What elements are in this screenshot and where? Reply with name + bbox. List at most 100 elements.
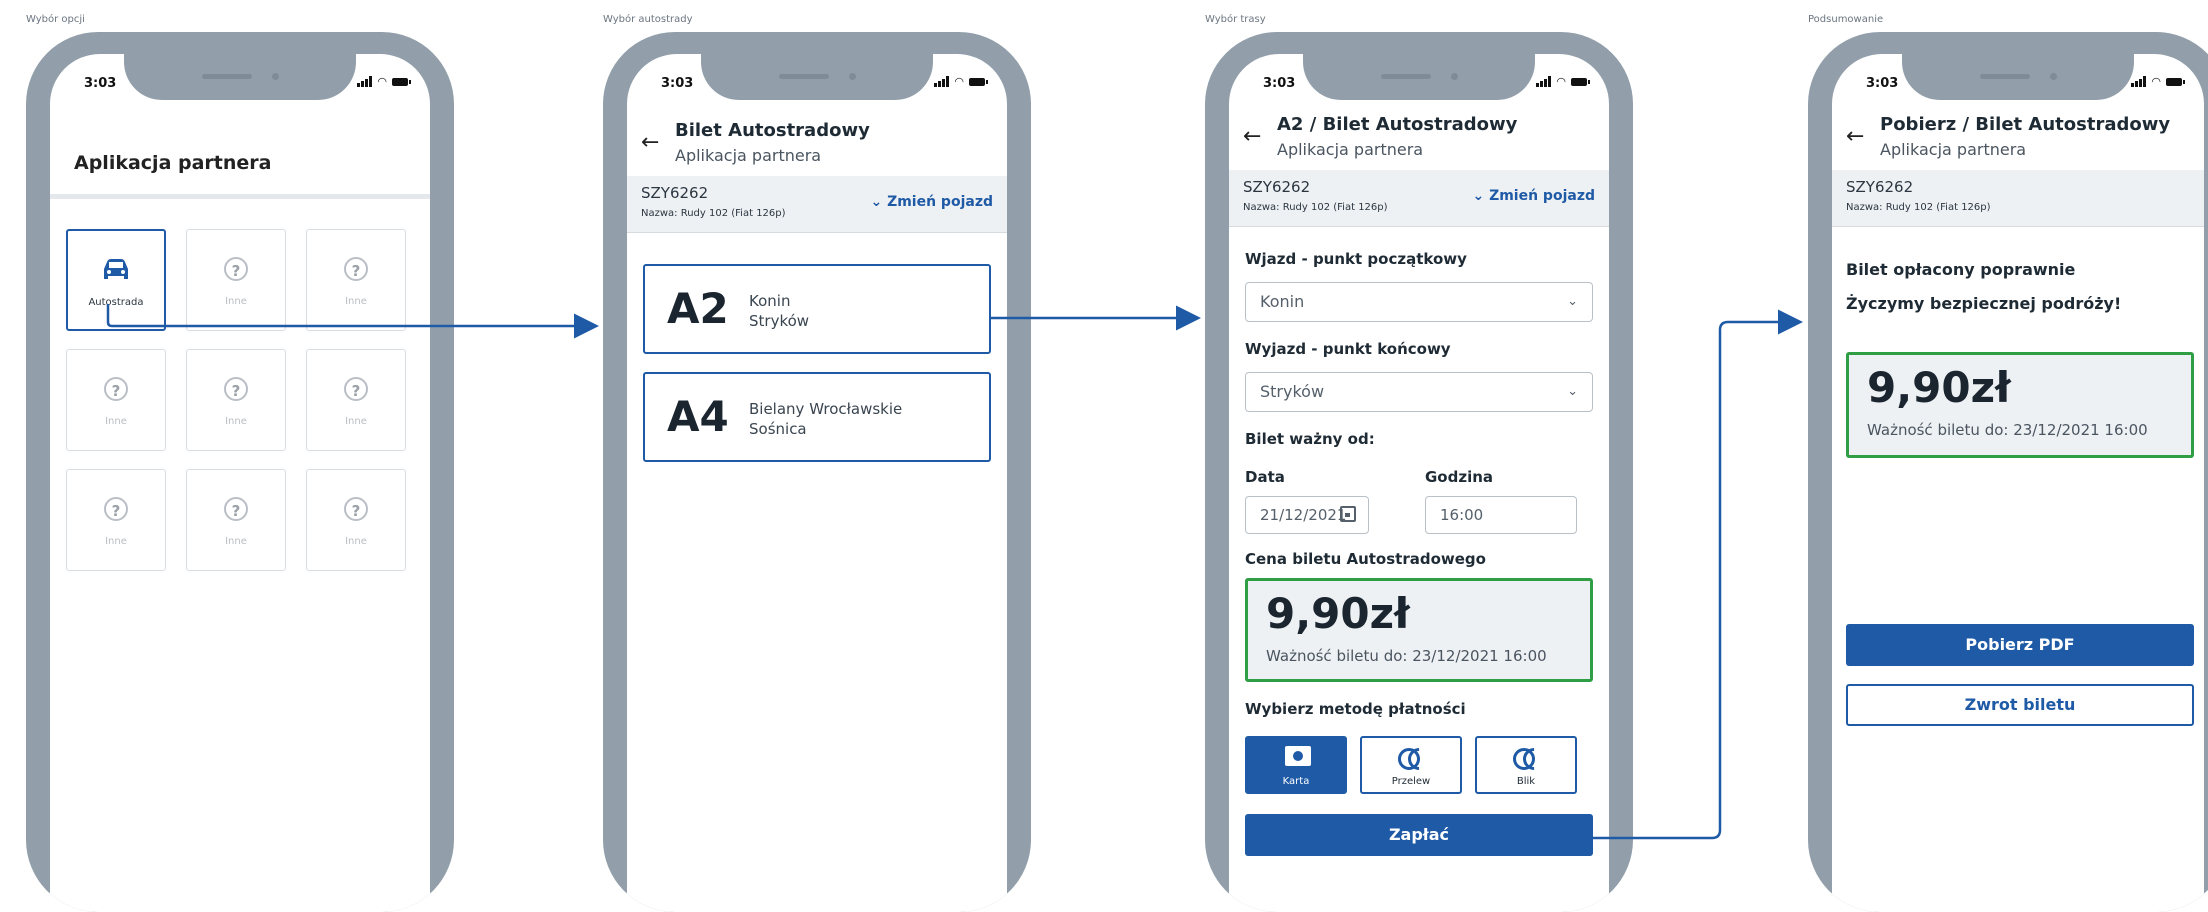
chevron-down-icon: ⌄: [1567, 384, 1578, 399]
page-title: Aplikacja partnera: [74, 152, 272, 174]
stage-label-highway: Wybór autostrady: [603, 14, 693, 25]
app-header: ← Pobierz / Bilet Autostradowy Aplikacja…: [1832, 104, 2204, 171]
header-divider: [50, 194, 430, 199]
status-time: 3:03: [1263, 76, 1296, 91]
tile-label: Inne: [225, 536, 247, 547]
highway-to: Stryków: [749, 312, 810, 330]
option-tile-autostrada[interactable]: Autostrada: [66, 229, 166, 331]
help-icon: ?: [104, 377, 128, 401]
vehicle-plate: SZY6262: [641, 184, 709, 202]
header-title: Bilet Autostradowy: [675, 120, 870, 141]
ticket-price: 9,90zł: [1867, 363, 2011, 412]
vehicle-name: Nazwa: Rudy 102 (Fiat 126p): [1846, 202, 1991, 213]
refund-ticket-button[interactable]: Zwrot biletu: [1846, 684, 2194, 726]
phone-notch: [1902, 54, 2134, 100]
wifi-icon: ◠: [2151, 75, 2161, 88]
phone-frame-options: 3:03 ◠ Aplikacja partnera Autostrada ? I…: [26, 32, 454, 912]
tile-label: Inne: [105, 416, 127, 427]
exit-select[interactable]: Stryków ⌄: [1245, 372, 1593, 412]
signal-icon: [934, 76, 950, 87]
date-input[interactable]: 21/12/2021: [1245, 496, 1369, 534]
option-tile-other[interactable]: ? Inne: [186, 349, 286, 451]
screen-route: 3:03 ◠ ← A2 / Bilet Autostradowy Aplikac…: [1229, 54, 1609, 912]
tile-label: Inne: [345, 296, 367, 307]
entry-value: Konin: [1260, 292, 1305, 311]
option-tile-other[interactable]: ? Inne: [306, 229, 406, 331]
signal-icon: [357, 76, 373, 87]
entry-select[interactable]: Konin ⌄: [1245, 282, 1593, 322]
car-icon: [104, 259, 128, 279]
tile-label: Inne: [105, 536, 127, 547]
status-time: 3:03: [1866, 76, 1899, 91]
highway-option-a2[interactable]: A2 Konin Stryków: [643, 264, 991, 354]
back-arrow-icon[interactable]: ←: [1846, 124, 1864, 149]
back-arrow-icon[interactable]: ←: [1243, 124, 1261, 149]
time-value: 16:00: [1440, 506, 1484, 524]
exit-label: Wyjazd - punkt końcowy: [1245, 340, 1451, 358]
calendar-icon[interactable]: [1340, 506, 1356, 522]
header-title: A2 / Bilet Autostradowy: [1277, 114, 1518, 135]
option-tile-other[interactable]: ? Inne: [306, 349, 406, 451]
tile-label: Inne: [345, 536, 367, 547]
option-tile-other[interactable]: ? Inne: [66, 349, 166, 451]
vehicle-bar: SZY6262 Nazwa: Rudy 102 (Fiat 126p) ⌄ Zm…: [627, 176, 1007, 233]
screen-options: 3:03 ◠ Aplikacja partnera Autostrada ? I…: [50, 54, 430, 912]
pay-button[interactable]: Zapłać: [1245, 814, 1593, 856]
help-icon: ?: [224, 257, 248, 281]
status-time: 3:03: [84, 76, 117, 91]
option-tile-other[interactable]: ? Inne: [66, 469, 166, 571]
download-pdf-button[interactable]: Pobierz PDF: [1846, 624, 2194, 666]
help-icon: ?: [104, 497, 128, 521]
help-icon: ?: [224, 377, 248, 401]
app-header: ← Bilet Autostradowy Aplikacja partnera: [627, 110, 1007, 177]
phone-frame-route: 3:03 ◠ ← A2 / Bilet Autostradowy Aplikac…: [1205, 32, 1633, 912]
header-subtitle: Aplikacja partnera: [675, 146, 822, 165]
stage-label-summary: Podsumowanie: [1808, 14, 1884, 25]
signal-icon: [1536, 76, 1552, 87]
option-tile-other[interactable]: ? Inne: [186, 469, 286, 571]
payment-method-card[interactable]: Karta: [1245, 736, 1347, 794]
tile-label: Inne: [345, 416, 367, 427]
signal-icon: [2131, 76, 2147, 87]
exit-value: Stryków: [1260, 382, 1325, 401]
date-value: 21/12/2021: [1260, 506, 1347, 524]
vehicle-plate: SZY6262: [1846, 178, 1914, 196]
payment-method-label-transfer: Przelew: [1391, 776, 1431, 787]
change-vehicle-link[interactable]: ⌄ Zmień pojazd: [1472, 188, 1595, 204]
screen-highway: 3:03 ◠ ← Bilet Autostradowy Aplikacja pa…: [627, 54, 1007, 912]
stage-label-route: Wybór trasy: [1205, 14, 1266, 25]
date-label: Data: [1245, 468, 1285, 486]
payment-method-label: Wybierz metodę płatności: [1245, 700, 1466, 718]
option-tile-other[interactable]: ? Inne: [306, 469, 406, 571]
header-title: Pobierz / Bilet Autostradowy: [1880, 114, 2171, 135]
chevron-down-icon: ⌄: [1567, 294, 1578, 309]
vehicle-name: Nazwa: Rudy 102 (Fiat 126p): [1243, 202, 1388, 213]
wifi-icon: ◠: [954, 75, 964, 88]
status-time: 3:03: [661, 76, 694, 91]
option-tile-other[interactable]: ? Inne: [186, 229, 286, 331]
ticket-validity: Ważność biletu do: 23/12/2021 16:00: [1266, 647, 1547, 665]
payment-method-label-blik: Blik: [1516, 776, 1536, 787]
wifi-icon: ◠: [377, 75, 387, 88]
price-label: Cena biletu Autostradowego: [1245, 550, 1486, 568]
time-label: Godzina: [1425, 468, 1494, 486]
time-input[interactable]: 16:00: [1425, 496, 1577, 534]
price-box: 9,90zł Ważność biletu do: 23/12/2021 16:…: [1245, 578, 1593, 682]
battery-icon: [969, 77, 988, 86]
payment-method-transfer[interactable]: Przelew: [1360, 736, 1462, 794]
change-vehicle-link[interactable]: ⌄ Zmień pojazd: [870, 194, 993, 210]
phone-notch: [124, 54, 356, 100]
entry-label: Wjazd - punkt początkowy: [1245, 250, 1467, 268]
payment-method-label-card: Karta: [1282, 776, 1310, 787]
highway-from: Konin: [749, 292, 791, 310]
back-arrow-icon[interactable]: ←: [641, 130, 659, 155]
payment-method-blik[interactable]: Blik: [1475, 736, 1577, 794]
phone-notch: [701, 54, 933, 100]
screen-summary: 3:03 ◠ ← Pobierz / Bilet Autostradowy Ap…: [1832, 54, 2204, 912]
highway-option-a4[interactable]: A4 Bielany Wrocławskie Sośnica: [643, 372, 991, 462]
vehicle-name: Nazwa: Rudy 102 (Fiat 126p): [641, 208, 786, 219]
wifi-icon: ◠: [1556, 75, 1566, 88]
tile-label: Inne: [225, 416, 247, 427]
header-subtitle: Aplikacja partnera: [1880, 140, 2027, 159]
highway-code: A4: [667, 392, 729, 441]
